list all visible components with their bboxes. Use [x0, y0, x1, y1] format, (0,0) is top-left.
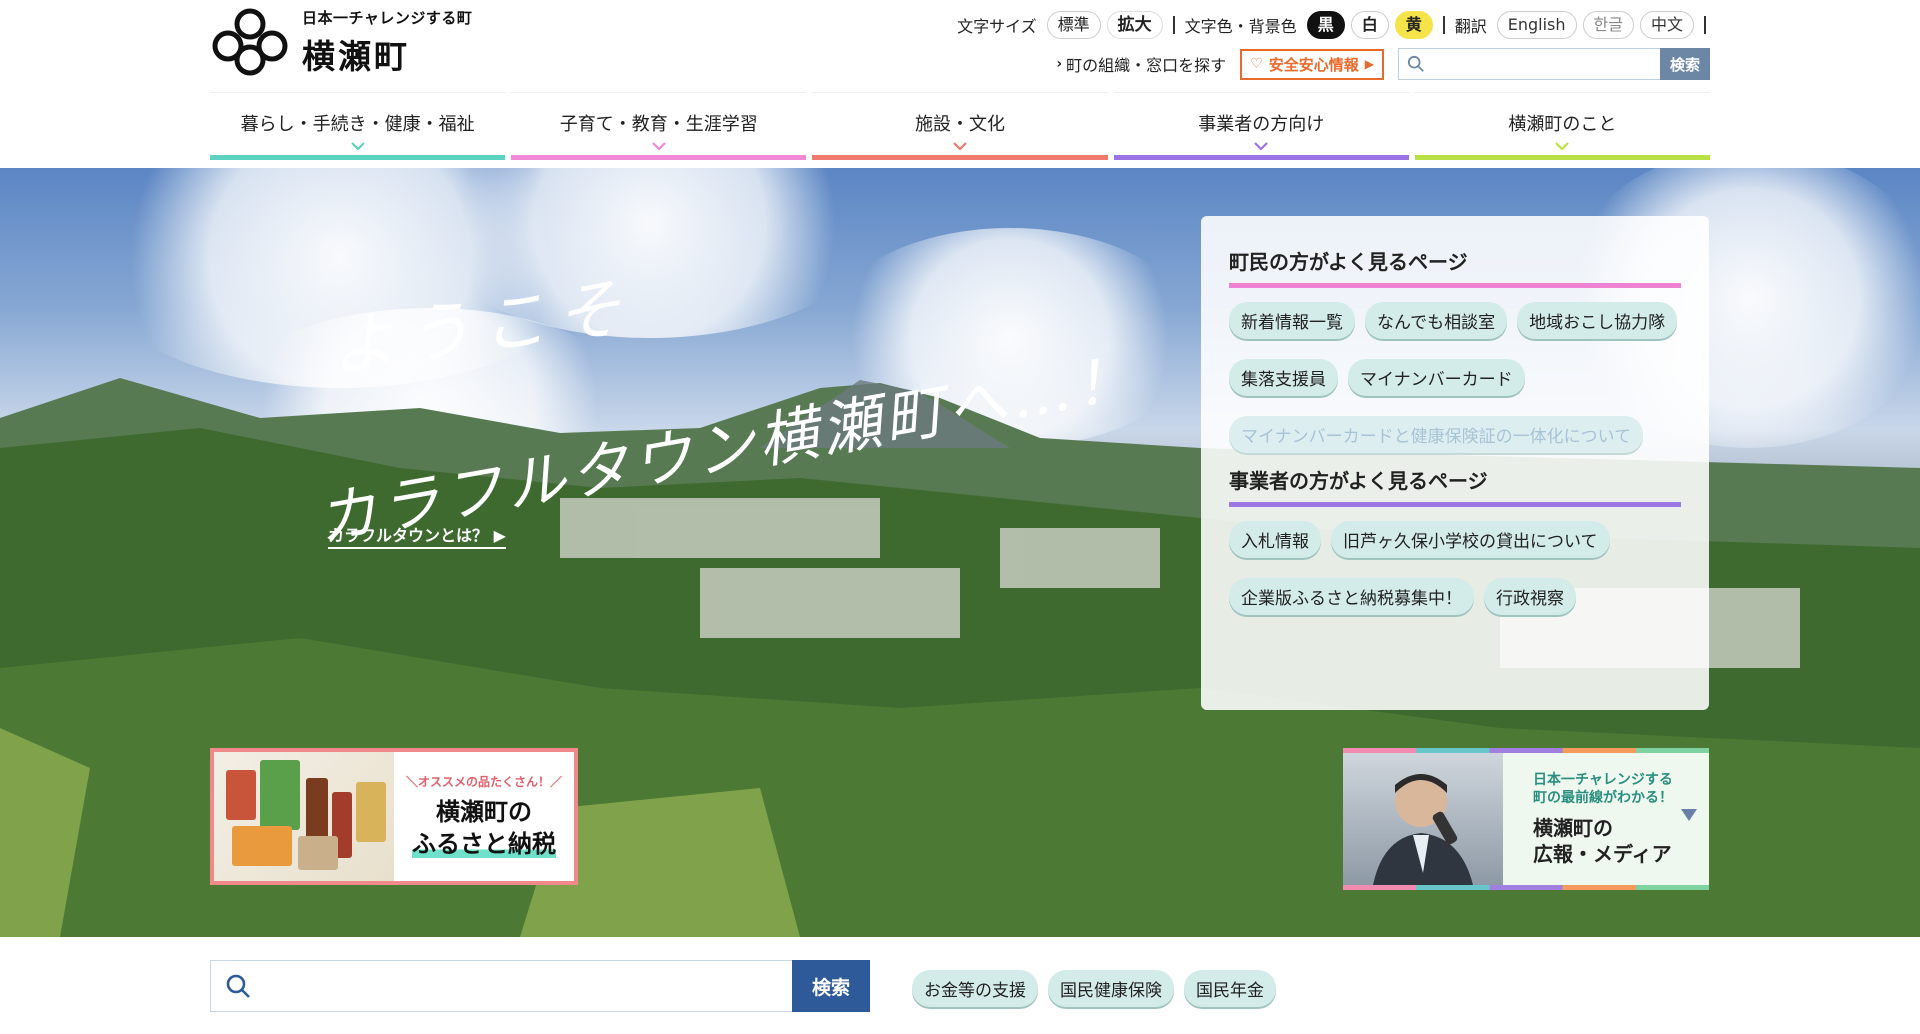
quick-link-consultation[interactable]: なんでも相談室	[1365, 302, 1508, 339]
quick-link-mynumber-card[interactable]: マイナンバーカード	[1348, 359, 1525, 396]
lang-english-button[interactable]: English	[1496, 11, 1577, 39]
gnav-color-bar	[1113, 155, 1409, 160]
quick-link-revitalization-corps[interactable]: 地域おこし協力隊	[1517, 302, 1678, 339]
media-banner-sub2: 町の最前線がわかる！	[1533, 790, 1673, 806]
hero-section: ようこそ カラフルタウン横瀬町へ…！ カラフルタウンとは？ ▶ 町民の方がよく見…	[0, 168, 1920, 937]
gnav-color-bar	[210, 155, 506, 160]
quick-link-bidding[interactable]: 入札情報	[1229, 521, 1321, 558]
header-actions: › 町の組織・窓口を探す ♡ 安全安心情報 ▶ 検索	[1056, 48, 1710, 80]
header-search-button[interactable]: 検索	[1660, 48, 1710, 80]
chevron-down-icon	[1555, 142, 1570, 150]
color-label: 文字色・背景色	[1184, 17, 1297, 36]
chevron-down-icon	[1254, 142, 1268, 150]
media-banner-line1: 横瀬町の	[1533, 816, 1613, 840]
chevron-down-icon	[350, 142, 365, 150]
gnav-label: 横瀬町のこと	[1508, 113, 1617, 135]
keyword-health-insurance[interactable]: 国民健康保険	[1048, 970, 1174, 1007]
gnav-item-about[interactable]: 横瀬町のこと	[1414, 92, 1711, 160]
gnav-item-living[interactable]: 暮らし・手続き・健康・福祉	[210, 92, 506, 160]
media-banner-sub1: 日本一チャレンジする	[1533, 772, 1673, 788]
header-search-box	[1398, 48, 1660, 80]
furusato-banner-subtitle: ＼オススメの品たくさん！／	[405, 775, 562, 789]
font-large-button[interactable]: 拡大	[1106, 11, 1163, 39]
color-yellow-button[interactable]: 黄	[1394, 11, 1433, 39]
global-nav: 暮らし・手続き・健康・福祉 子育て・教育・生涯学習 施設・文化 事業者の方向け …	[210, 92, 1711, 160]
residents-heading: 町民の方がよく見るページ	[1229, 246, 1681, 288]
translate-label: 翻訳	[1454, 17, 1487, 36]
business-heading: 事業者の方がよく見るページ	[1229, 465, 1681, 507]
town-emblem-icon	[212, 8, 288, 76]
furusato-products-image	[214, 752, 394, 881]
quick-links-panel: 町民の方がよく見るページ 新着情報一覧 なんでも相談室 地域おこし協力隊 集落支…	[1201, 216, 1709, 710]
divider	[1442, 16, 1445, 34]
divider	[1704, 16, 1706, 34]
search-icon	[226, 974, 250, 998]
triangle-right-icon: ▶	[1364, 57, 1374, 71]
font-standard-button[interactable]: 標準	[1046, 11, 1101, 39]
search-icon	[1407, 55, 1424, 72]
colorful-town-link[interactable]: カラフルタウンとは？ ▶	[328, 522, 506, 549]
triangle-right-icon: ▶	[493, 526, 506, 545]
site-tagline: 日本一チャレンジする町	[302, 8, 473, 27]
safety-info-button[interactable]: ♡ 安全安心情報 ▶	[1240, 48, 1384, 80]
chevron-down-icon	[652, 142, 666, 150]
keyword-national-pension[interactable]: 国民年金	[1184, 970, 1276, 1007]
gnav-label: 施設・文化	[915, 113, 1005, 135]
heart-icon: ♡	[1250, 56, 1263, 72]
gnav-item-childcare[interactable]: 子育て・教育・生涯学習	[511, 92, 807, 160]
business-links: 入札情報 旧芦ヶ久保小学校の貸出について 企業版ふるさと納税募集中！ 行政視察	[1229, 517, 1681, 615]
gnav-label: 子育て・教育・生涯学習	[559, 113, 758, 135]
quick-link-village-supporter[interactable]: 集落支援員	[1229, 359, 1338, 396]
chevron-right-icon: ›	[1056, 56, 1063, 72]
gnav-item-facilities[interactable]: 施設・文化	[812, 92, 1108, 160]
quick-link-school-rental[interactable]: 旧芦ヶ久保小学校の貸出について	[1331, 521, 1610, 558]
quick-link-mynumber-insurance[interactable]: マイナンバーカードと健康保険証の一体化について	[1229, 416, 1644, 453]
color-white-button[interactable]: 白	[1350, 11, 1389, 39]
colorful-town-label: カラフルタウンとは？	[328, 526, 489, 545]
triangle-down-icon	[1681, 809, 1697, 821]
main-search-button[interactable]: 検索	[792, 960, 870, 1012]
keyword-financial-support[interactable]: お金等の支援	[912, 970, 1038, 1007]
quick-link-inspection[interactable]: 行政視察	[1484, 578, 1576, 615]
quick-link-corporate-furusato[interactable]: 企業版ふるさと納税募集中！	[1229, 578, 1474, 615]
gnav-label: 暮らし・手続き・健康・福祉	[240, 113, 475, 135]
org-search-link[interactable]: › 町の組織・窓口を探す	[1056, 52, 1226, 76]
furusato-banner-line2: ふるさと納税	[412, 830, 556, 858]
main-search-box	[210, 960, 792, 1012]
site-logo[interactable]: 日本一チャレンジする町 横瀬町	[210, 6, 472, 78]
org-search-label: 町の組織・窓口を探す	[1066, 56, 1227, 75]
hero-headline-1: ようこそ	[324, 268, 637, 387]
gnav-color-bar	[1414, 155, 1711, 160]
lang-chinese-button[interactable]: 中文	[1639, 11, 1694, 39]
gnav-color-bar	[812, 155, 1108, 160]
popular-keywords: お金等の支援 国民健康保険 国民年金	[912, 970, 1276, 1007]
main-search: 検索	[210, 960, 870, 1012]
media-banner[interactable]: 日本一チャレンジする 町の最前線がわかる！ 横瀬町の 広報・メディア	[1343, 748, 1709, 890]
font-size-label: 文字サイズ	[957, 17, 1037, 36]
hero-headline: ようこそ カラフルタウン横瀬町へ…！ カラフルタウンとは？ ▶	[270, 238, 1143, 678]
gnav-label: 事業者の方向け	[1198, 113, 1325, 135]
gnav-item-business[interactable]: 事業者の方向け	[1113, 92, 1409, 160]
divider	[1172, 16, 1175, 34]
media-banner-line2: 広報・メディア	[1533, 842, 1672, 866]
header-search: 検索	[1398, 48, 1710, 80]
furusato-tax-banner[interactable]: ＼オススメの品たくさん！／ 横瀬町のふるさと納税	[210, 748, 578, 885]
residents-links: 新着情報一覧 なんでも相談室 地域おこし協力隊 集落支援員 マイナンバーカード …	[1229, 298, 1681, 453]
safety-info-label: 安全安心情報	[1268, 55, 1359, 74]
site-name: 横瀬町	[302, 36, 410, 76]
header-search-input[interactable]	[1425, 49, 1660, 79]
accessibility-bar: 文字サイズ 標準 拡大 文字色・背景色 黒 白 黄 翻訳 English 한글 …	[957, 10, 1710, 40]
color-black-button[interactable]: 黒	[1306, 11, 1345, 39]
main-search-input[interactable]	[251, 961, 792, 1011]
chevron-down-icon	[953, 142, 967, 150]
site-header: 日本一チャレンジする町 横瀬町 文字サイズ 標準 拡大 文字色・背景色 黒 白 …	[0, 0, 1920, 168]
mayor-photo	[1343, 753, 1503, 885]
gnav-color-bar	[511, 155, 807, 160]
banner-stripe	[1343, 885, 1709, 890]
furusato-banner-line1: 横瀬町の	[436, 798, 532, 826]
lang-korean-button[interactable]: 한글	[1582, 11, 1634, 39]
quick-link-news[interactable]: 新着情報一覧	[1229, 302, 1355, 339]
